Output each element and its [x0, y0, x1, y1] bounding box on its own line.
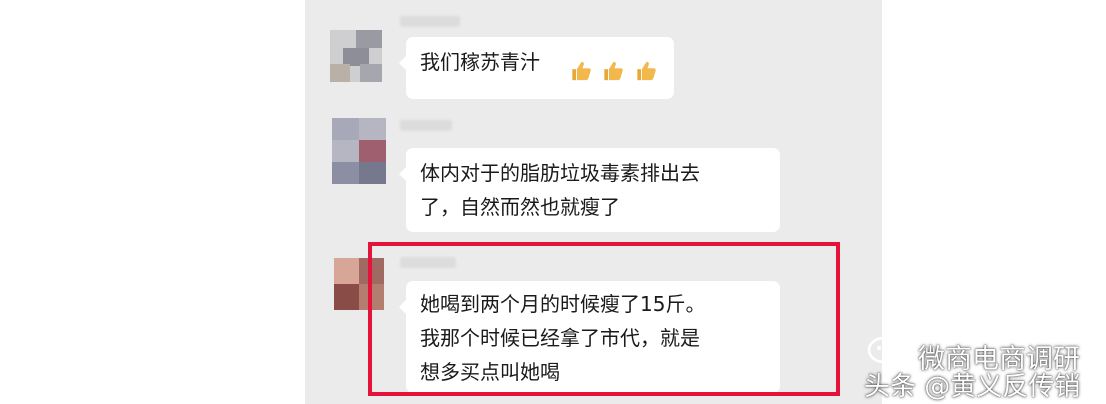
emoji-row — [570, 55, 661, 89]
avatar[interactable] — [332, 118, 386, 184]
sender-name-blurred — [400, 120, 452, 131]
message-text-line: 了，自然而然也就瘦了 — [420, 195, 620, 219]
sender-name-blurred — [400, 16, 460, 27]
message-bubble[interactable]: 体内对于的脂肪垃圾毒素排出去 了，自然而然也就瘦了 — [399, 148, 780, 232]
thumbs-up-icon — [572, 61, 591, 81]
thumbs-up-icon — [604, 61, 624, 81]
wechat-icon — [867, 336, 912, 369]
avatar[interactable] — [330, 30, 382, 82]
message-bubble[interactable]: 我们稼苏青汁 — [399, 37, 674, 99]
message-text-line: 体内对于的脂肪垃圾毒素排出去 — [420, 161, 700, 185]
thumbs-up-icon — [637, 61, 656, 81]
highlight-box — [368, 242, 840, 396]
watermark-source: 头条 @黄义反传销 — [864, 372, 1081, 402]
